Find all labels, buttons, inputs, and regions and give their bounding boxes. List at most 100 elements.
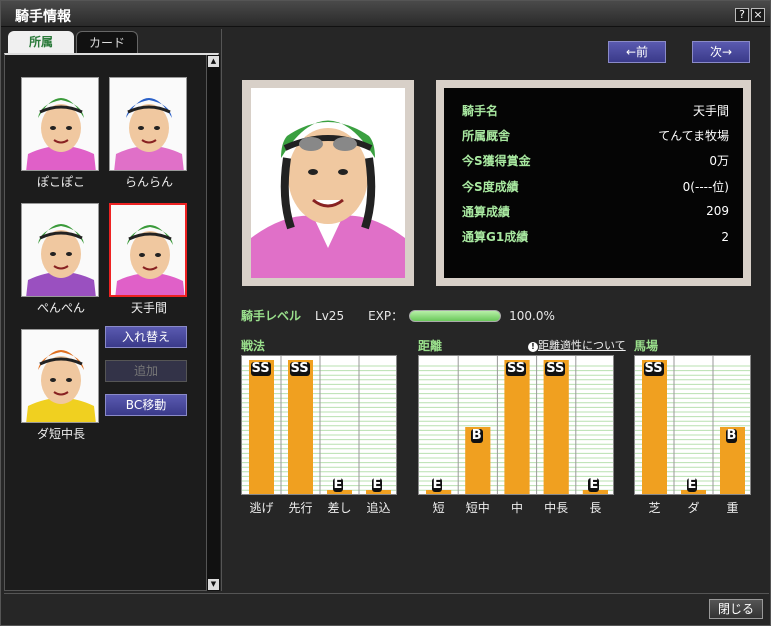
jockey-card[interactable]: 天手間 <box>109 203 189 316</box>
bc-move-button[interactable]: BC移動 <box>105 394 187 416</box>
aptitude-chart <box>634 355 752 495</box>
scrollbar[interactable]: ▲ ▼ <box>206 55 220 591</box>
jockey-info-window: 騎手情報 ? × 所属 カード ▲ ▼ ぽこぽこ らんらん ぺんぺん 天手間 ダ… <box>0 0 771 626</box>
jockey-name: 天手間 <box>130 301 167 315</box>
tab-card[interactable]: カード <box>76 31 138 53</box>
distance-title: 距離 <box>418 339 443 353</box>
aptitude-chart <box>241 355 398 495</box>
level-label: 騎手レベル <box>241 309 302 323</box>
info-value: 天手間 <box>692 104 729 119</box>
grade-label: E <box>332 477 344 492</box>
jockey-photo-frame <box>242 80 414 286</box>
category-label: 芝 <box>648 501 661 515</box>
distance-aptitude-link[interactable]: ! 距離適性について <box>528 337 626 353</box>
info-row: 騎手名 天手間 <box>462 98 729 123</box>
jockey-portrait <box>109 203 187 297</box>
aptitude-bar <box>543 360 569 494</box>
aptitude-bar <box>249 360 274 494</box>
info-label: 所属厩舎 <box>462 129 511 144</box>
aptitude-link-text: 距離適性について <box>538 339 626 352</box>
swap-button[interactable]: 入れ替え <box>105 326 187 348</box>
grade-label: E <box>686 477 698 492</box>
aptitude-bar <box>504 360 530 494</box>
jockey-card[interactable]: ダ短中長 <box>21 329 101 442</box>
category-label: 逃げ <box>249 501 274 515</box>
jockey-portrait <box>109 77 187 171</box>
grade-label: SS <box>643 361 664 376</box>
jockey-portrait <box>21 329 99 423</box>
aptitude-chart-svg <box>635 356 752 494</box>
jockey-name: らんらん <box>124 175 173 189</box>
tactics-title: 戦法 <box>241 339 266 353</box>
category-label: 短 <box>432 501 445 515</box>
info-label: 騎手名 <box>462 104 499 119</box>
aptitude-chart-svg <box>242 356 398 494</box>
jockey-card[interactable]: ぺんぺん <box>21 203 101 316</box>
tab-affiliation[interactable]: 所属 <box>8 31 74 53</box>
next-button[interactable]: 次→ <box>692 41 750 63</box>
aptitude-chart-svg <box>419 356 615 494</box>
jockey-card[interactable]: らんらん <box>109 77 189 190</box>
info-value: 209 <box>706 204 729 219</box>
level-value: Lv25 <box>315 308 345 323</box>
category-label: ダ <box>687 501 700 515</box>
scroll-down-icon[interactable]: ▼ <box>208 579 219 590</box>
grade-label: SS <box>545 361 566 376</box>
info-row: 所属厩舎 てんてま牧場 <box>462 123 729 148</box>
category-label: 中長 <box>544 501 569 515</box>
info-value: 2 <box>721 229 729 244</box>
grade-label: B <box>470 428 483 443</box>
jockey-portrait <box>21 203 99 297</box>
info-row: 今S獲得賞金 0万 <box>462 148 729 173</box>
jockey-name: ぽこぽこ <box>36 175 85 189</box>
exp-label: EXP： <box>368 309 404 323</box>
footer-bar: 閉じる <box>4 593 769 623</box>
jockey-card[interactable]: ぽこぽこ <box>21 77 101 190</box>
aptitude-chart <box>418 355 615 495</box>
info-value: 0(----位) <box>682 179 729 194</box>
exp-percent: 100.0% <box>509 308 555 323</box>
category-label: 追込 <box>366 501 391 515</box>
info-value: てんてま牧場 <box>658 129 729 144</box>
exp-bar <box>409 309 502 322</box>
grade-label: E <box>431 477 443 492</box>
grade-label: SS <box>250 361 271 376</box>
info-row: 通算成績 209 <box>462 199 729 224</box>
jockey-name: ぺんぺん <box>36 301 85 315</box>
jockey-info-table: 騎手名 天手間所属厩舎 てんてま牧場今S獲得賞金 0万今S度成績 0(----位) 通算成… <box>444 88 743 278</box>
close-icon[interactable]: × <box>751 8 765 22</box>
info-label: 通算G1成績 <box>462 230 529 245</box>
jockey-photo <box>251 88 405 278</box>
info-label: 今S獲得賞金 <box>462 154 531 169</box>
jockey-list-pane: 所属 カード ▲ ▼ ぽこぽこ らんらん ぺんぺん 天手間 ダ短中長 入れ替え … <box>4 29 220 591</box>
category-label: 先行 <box>288 501 313 515</box>
info-label: 今S度成績 <box>462 179 519 194</box>
close-button[interactable]: 閉じる <box>709 599 763 619</box>
grade-label: SS <box>289 361 310 376</box>
grade-label: B <box>725 428 738 443</box>
help-icon[interactable]: ? <box>735 8 749 22</box>
scroll-up-icon[interactable]: ▲ <box>208 56 219 67</box>
grade-label: SS <box>506 361 527 376</box>
aptitude-bar <box>288 360 313 494</box>
info-value: 0万 <box>709 154 729 169</box>
jockey-portrait <box>21 77 99 171</box>
category-label: 短中 <box>465 501 490 515</box>
jockey-info-frame: 騎手名 天手間所属厩舎 てんてま牧場今S獲得賞金 0万今S度成績 0(----位) 通算成… <box>436 80 751 286</box>
info-row: 通算G1成績 2 <box>462 224 729 249</box>
track-title: 馬場 <box>634 339 659 353</box>
prev-button[interactable]: ←前 <box>608 41 666 63</box>
window-title: 騎手情報 <box>15 9 71 25</box>
info-row: 今S度成績 0(----位) <box>462 174 729 199</box>
grade-label: E <box>371 477 383 492</box>
info-label: 通算成績 <box>462 204 511 219</box>
jockey-level: 騎手レベル Lv25 EXP： 100.0% <box>241 307 555 324</box>
category-label: 重 <box>726 501 739 515</box>
add-button[interactable]: 追加 <box>105 360 187 382</box>
jockey-name: ダ短中長 <box>36 427 85 441</box>
aptitude-bar <box>642 360 667 494</box>
title-bar: 騎手情報 ? × <box>1 1 770 27</box>
category-label: 長 <box>589 501 602 515</box>
category-label: 差し <box>327 501 352 515</box>
detail-pane: ←前 次→ 騎手名 天手間 所属厩舎 てんてま牧場 今S獲得賞金 0万 今S度成… <box>221 29 770 591</box>
